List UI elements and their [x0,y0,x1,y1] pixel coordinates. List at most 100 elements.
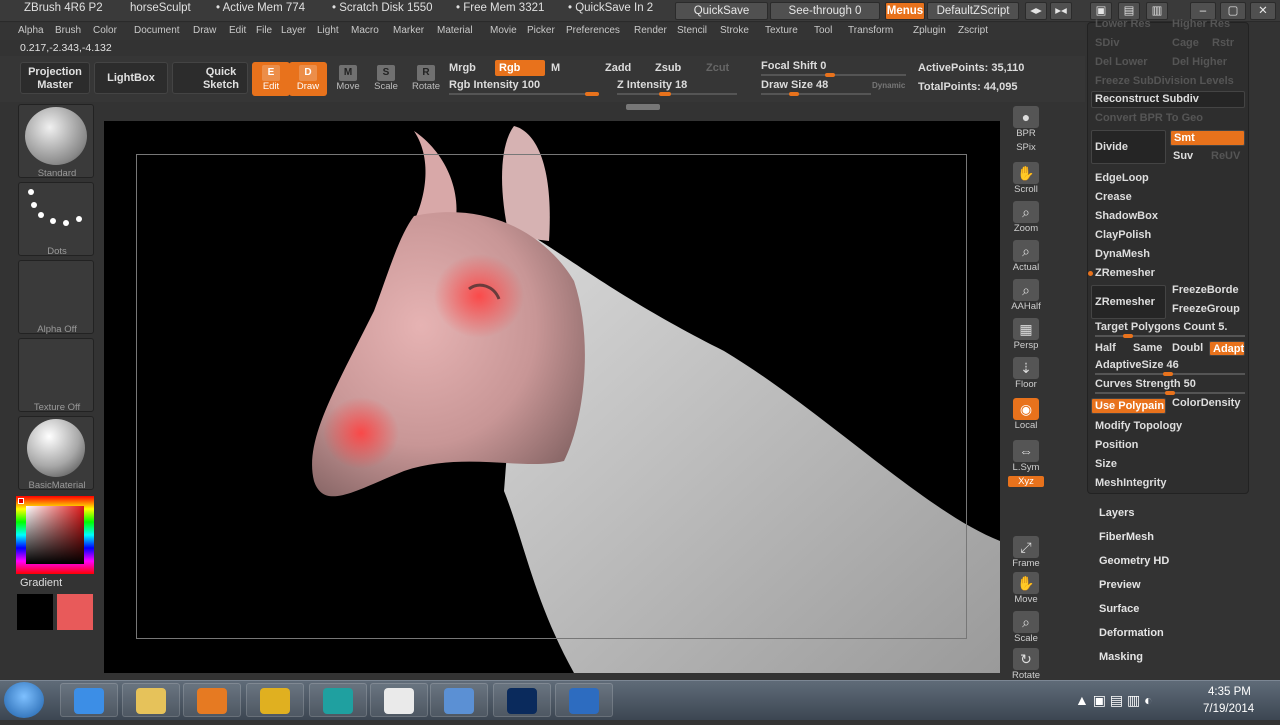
tool-draw-button[interactable]: D Draw [289,62,327,96]
nav-xyz-button[interactable]: Xyz [1008,474,1044,510]
layers-subpalette[interactable]: Layers [1099,507,1134,519]
default-zscript-button[interactable]: DefaultZScript [927,2,1019,20]
geometry-dim-item[interactable]: Del Higher [1172,56,1227,68]
quick-sketch-button[interactable]: Quick Sketch [172,62,248,94]
menu-macro[interactable]: Macro [351,25,379,36]
geometry-dim-item[interactable]: Cage [1172,37,1199,49]
menu-document[interactable]: Document [134,25,180,36]
geometry-dim-item[interactable]: SDiv [1095,37,1119,49]
smt-toggle[interactable]: Smt [1170,130,1245,146]
preview-subpalette[interactable]: Preview [1099,579,1141,591]
taskbar-app-chrome[interactable] [246,683,304,717]
zsub-button[interactable]: Zsub [655,62,681,74]
taskbar-app-app[interactable] [555,683,613,717]
taskbar-app-explorer[interactable] [122,683,180,717]
nav-local-button[interactable]: ◉ Local [1008,396,1044,432]
half-toggle[interactable]: Half [1095,342,1116,354]
menu-movie[interactable]: Movie [490,25,517,36]
start-button[interactable] [4,682,44,718]
crease-subpalette[interactable]: Crease [1095,191,1132,203]
menu-preferences[interactable]: Preferences [566,25,620,36]
geometry-dim-item[interactable]: Lower Res [1095,18,1151,30]
focal-shift-track[interactable] [761,73,906,77]
menu-texture[interactable]: Texture [765,25,798,36]
convert-bpr-button[interactable]: Convert BPR To Geo [1095,112,1203,124]
menu-file[interactable]: File [256,25,272,36]
draw-size-slider[interactable]: Draw Size 48 [761,79,828,91]
reconstruct-subdiv-button[interactable]: Reconstruct Subdiv [1091,91,1245,108]
tool-rotate-button[interactable]: R Rotate [407,62,445,96]
zremesher-subpalette[interactable]: ZRemesher [1095,267,1155,279]
dynamesh-subpalette[interactable]: DynaMesh [1095,248,1150,260]
material-thumbnail[interactable]: BasicMaterial [18,416,94,491]
menu-light[interactable]: Light [317,25,339,36]
claypolish-subpalette[interactable]: ClayPolish [1095,229,1151,241]
gradient-label[interactable]: Gradient [20,577,62,589]
modify-topology-subpalette[interactable]: Modify Topology [1095,420,1182,432]
edgeloop-subpalette[interactable]: EdgeLoop [1095,172,1149,184]
tool-scale-button[interactable]: S Scale [367,62,405,96]
fibermesh-subpalette[interactable]: FiberMesh [1099,531,1154,543]
nav-persp-button[interactable]: ▦ Persp [1008,316,1044,352]
nav-frame-button[interactable]: ⤢ Frame [1008,534,1044,570]
menu-zplugin[interactable]: Zplugin [913,25,946,36]
taskbar-app-ps[interactable] [493,683,551,717]
menu-layer[interactable]: Layer [281,25,306,36]
menu-material[interactable]: Material [437,25,473,36]
close-icon[interactable]: ✕ [1250,2,1276,20]
menu-draw[interactable]: Draw [193,25,216,36]
taskbar-app-ie[interactable] [60,683,118,717]
geometry-dim-item[interactable]: Freeze SubDivision Levels [1095,75,1234,87]
color-picker[interactable] [16,496,94,574]
menu-edit[interactable]: Edit [229,25,246,36]
menu-marker[interactable]: Marker [393,25,424,36]
menu-zscript[interactable]: Zscript [958,25,988,36]
quicksave-button[interactable]: QuickSave [675,2,768,20]
nav-zoom-button[interactable]: ⌕ Zoom [1008,199,1044,235]
same-toggle[interactable]: Same [1133,342,1162,354]
zcut-button[interactable]: Zcut [706,62,729,74]
mrgb-button[interactable]: Mrgb [449,62,476,74]
draw-size-track[interactable] [761,92,871,96]
layout-left-icon[interactable]: ◂▸ [1025,2,1047,20]
nav-move-button[interactable]: ✋ Move [1008,570,1044,606]
taskbar-app-zbrush[interactable] [370,683,428,717]
nav-bpr-button[interactable]: ● BPR [1008,104,1044,140]
secondary-color-swatch[interactable] [57,594,93,630]
divide-button[interactable]: Divide [1091,130,1166,164]
position-subpalette[interactable]: Position [1095,439,1138,451]
zremesher-button[interactable]: ZRemesher [1091,285,1166,319]
main-color-swatch[interactable] [17,594,53,630]
nav-lsym-button[interactable]: ⇔ L.Sym [1008,438,1044,474]
tray-icons[interactable]: ▲ ▣ ▤ ▥ ◐ [1075,692,1153,709]
nav-aahalf-button[interactable]: ⌕ AAHalf [1008,277,1044,313]
menus-button[interactable]: Menus [885,2,925,20]
m-button[interactable]: M [551,62,560,74]
adaptive-size-slider[interactable]: AdaptiveSize 46 [1095,359,1179,371]
menu-tool[interactable]: Tool [814,25,832,36]
color-saturation-square[interactable] [26,506,84,564]
freeze-border-toggle[interactable]: FreezeBorde [1172,284,1239,296]
taskbar-app-maya[interactable] [309,683,367,717]
menu-render[interactable]: Render [634,25,667,36]
size-subpalette[interactable]: Size [1095,458,1117,470]
shadowbox-subpalette[interactable]: ShadowBox [1095,210,1158,222]
alpha-thumbnail[interactable]: Alpha Off [18,260,94,335]
deformation-subpalette[interactable]: Deformation [1099,627,1164,639]
stroke-thumbnail[interactable]: Dots [18,182,94,257]
geometry-hd-subpalette[interactable]: Geometry HD [1099,555,1169,567]
layout-right-icon[interactable]: ▸◂ [1050,2,1072,20]
focal-shift-slider[interactable]: Focal Shift 0 [761,60,826,72]
rgb-intensity-slider[interactable]: Rgb Intensity 100 [449,79,540,91]
shelf-scrollbar[interactable] [626,104,660,110]
adaptive-size-track[interactable] [1095,372,1245,376]
menu-alpha[interactable]: Alpha [18,25,44,36]
menu-brush[interactable]: Brush [55,25,81,36]
menu-color[interactable]: Color [93,25,117,36]
suv-toggle[interactable]: Suv [1173,150,1193,162]
geometry-dim-item[interactable]: Rstr [1212,37,1234,49]
dynamic-button[interactable]: Dynamic [872,81,905,90]
reuv-toggle[interactable]: ReUV [1211,150,1240,162]
zadd-button[interactable]: Zadd [605,62,631,74]
menu-stencil[interactable]: Stencil [677,25,707,36]
